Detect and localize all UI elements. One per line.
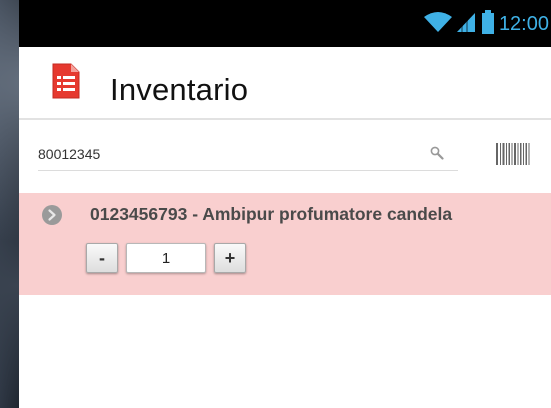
- app-bar: Inventario: [19, 47, 551, 117]
- document-list-icon: [52, 63, 80, 104]
- wifi-icon: [423, 11, 453, 38]
- search-icon[interactable]: [430, 146, 444, 165]
- item-title: 0123456793 - Ambipur profumatore candela: [90, 204, 453, 224]
- chevron-right-icon[interactable]: [41, 204, 63, 231]
- battery-icon: [481, 9, 495, 39]
- list-item[interactable]: 0123456793 - Ambipur profumatore candela…: [19, 193, 551, 295]
- status-bar: 12:00: [19, 0, 551, 47]
- signal-icon: [456, 11, 477, 38]
- status-icons: 12:00: [423, 9, 551, 39]
- decrement-button[interactable]: -: [86, 243, 118, 273]
- search-input[interactable]: [38, 140, 418, 168]
- increment-button[interactable]: +: [214, 243, 246, 273]
- page-title: Inventario: [110, 72, 249, 107]
- app-bar-divider: [19, 118, 551, 120]
- status-time: 12:00: [498, 13, 549, 35]
- barcode-icon[interactable]: [474, 141, 532, 172]
- search-bar: [38, 140, 458, 171]
- quantity-field[interactable]: [126, 243, 206, 273]
- quantity-stepper: - +: [86, 243, 246, 273]
